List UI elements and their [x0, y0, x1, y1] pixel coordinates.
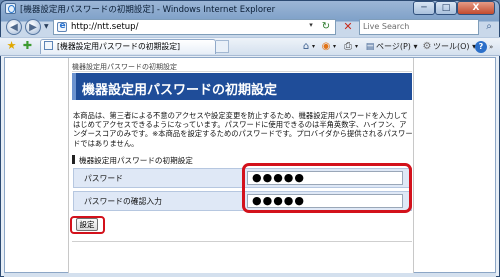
- history-dropdown-icon[interactable]: ▼: [44, 23, 52, 31]
- feeds-icon[interactable]: ◉: [320, 40, 332, 54]
- section-heading: 機器設定用パスワードの初期設定: [72, 155, 193, 166]
- forward-icon[interactable]: ▶: [25, 19, 41, 35]
- tools-menu[interactable]: ツール(O) ▾: [433, 40, 476, 54]
- breadcrumb: 機器設定用パスワードの初期設定: [72, 62, 412, 72]
- fields-highlight: [242, 163, 412, 213]
- back-icon[interactable]: ◀: [6, 19, 22, 35]
- new-tab-button[interactable]: [216, 40, 229, 53]
- feeds-dropdown-icon[interactable]: ▾: [333, 40, 336, 54]
- page-icon[interactable]: ▤: [365, 40, 375, 54]
- close-button[interactable]: X: [457, 1, 495, 15]
- window-title: [機器設定用パスワードの初期設定] - Windows Internet Exp…: [20, 5, 276, 15]
- maximize-button[interactable]: □: [435, 1, 457, 15]
- home-dropdown-icon[interactable]: ▾: [312, 40, 315, 54]
- page-favicon-icon: [57, 21, 67, 32]
- print-icon[interactable]: ⎙: [342, 40, 354, 54]
- favorites-star-icon[interactable]: ★: [5, 39, 18, 52]
- search-placeholder: Live Search: [363, 22, 410, 31]
- stop-icon[interactable]: ✕: [341, 20, 355, 34]
- add-favorite-icon[interactable]: ✚: [21, 39, 34, 52]
- toolbar-more-icon[interactable]: »: [489, 40, 493, 54]
- ie-icon: [5, 3, 16, 14]
- home-icon[interactable]: ⌂: [300, 40, 312, 54]
- section-heading-text: 機器設定用パスワードの初期設定: [79, 156, 193, 165]
- minimize-button[interactable]: ─: [413, 1, 435, 15]
- search-icon[interactable]: ⌕: [482, 19, 496, 35]
- help-icon[interactable]: ?: [475, 41, 487, 53]
- set-button[interactable]: 設定: [76, 218, 98, 231]
- page-menu[interactable]: ページ(P) ▾: [376, 40, 417, 54]
- password-label: パスワード: [84, 174, 123, 183]
- confirm-password-label: パスワードの確認入力: [84, 197, 162, 206]
- refresh-icon[interactable]: ↻: [319, 20, 333, 34]
- status-bar: [4, 273, 496, 277]
- page-title: 機器設定用パスワードの初期設定: [82, 83, 278, 98]
- tab-label[interactable]: [機器設定用パスワードの初期設定]: [57, 41, 180, 52]
- tab-page-icon: [44, 41, 53, 50]
- divider: [72, 241, 412, 242]
- print-dropdown-icon[interactable]: ▾: [355, 40, 358, 54]
- description-text: 本商品は、第三者による不意のアクセスや設定変更を防止するため、機器設定用パスワー…: [73, 111, 413, 148]
- address-url[interactable]: http://ntt.setup/: [71, 22, 138, 32]
- address-dropdown-icon[interactable]: ▾: [306, 21, 316, 32]
- tools-icon[interactable]: ⚙: [422, 40, 432, 54]
